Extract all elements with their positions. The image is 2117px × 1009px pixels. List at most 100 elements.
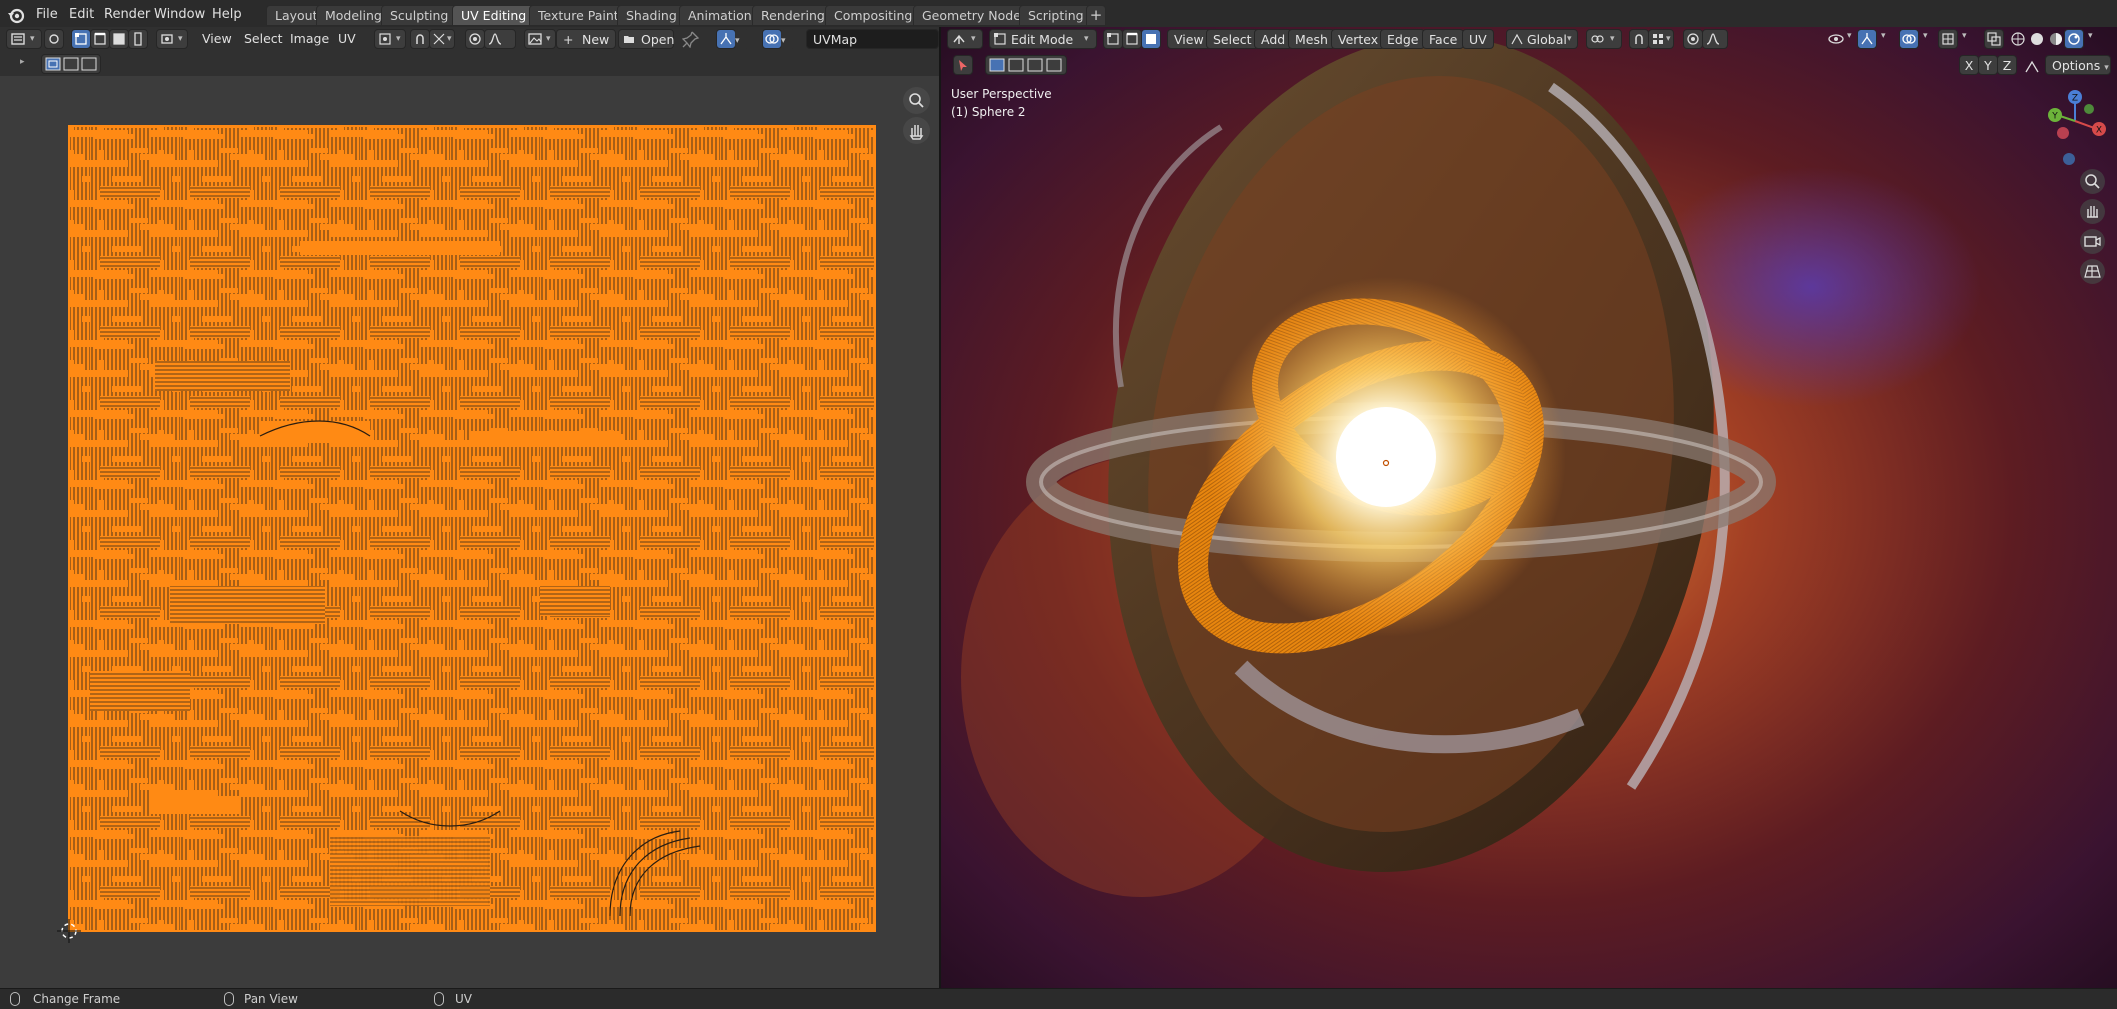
xray-button[interactable] xyxy=(1984,29,2004,49)
uv-menu-view[interactable]: View xyxy=(196,29,238,49)
tab-scripting[interactable]: Scripting xyxy=(1019,5,1093,26)
pivot-point-dropdown[interactable]: ▾ xyxy=(1586,29,1622,49)
uv-zoom-button[interactable] xyxy=(903,87,930,114)
snap-icon xyxy=(1635,34,1643,44)
tab-rendering[interactable]: Rendering xyxy=(752,5,834,26)
options-dropdown[interactable]: Options ▾ xyxy=(2045,55,2111,75)
sidebar-toggle-icon[interactable]: ▸ xyxy=(20,57,25,67)
vp-pan-button[interactable] xyxy=(2080,199,2105,224)
visibility-dropdown[interactable]: ▾ xyxy=(1847,31,1852,41)
uv-pan-button[interactable] xyxy=(903,117,930,144)
navigation-gizmo[interactable]: Z X Y xyxy=(2039,85,2111,165)
uv-gizmo-button[interactable] xyxy=(716,29,736,49)
vp-gizmo-dropdown[interactable]: ▾ xyxy=(1881,31,1886,41)
edge-select-icon xyxy=(94,32,106,45)
menu-help[interactable]: Help xyxy=(206,4,248,26)
blender-logo-icon[interactable] xyxy=(6,5,26,25)
mirror-y-button[interactable]: Y xyxy=(1978,55,1998,75)
proportional-edit-button[interactable] xyxy=(465,29,485,49)
uv-overlay-dropdown[interactable]: ▾ xyxy=(781,29,795,49)
mode-dropdown[interactable]: Edit Mode ▾ xyxy=(989,29,1097,49)
menu-edit[interactable]: Edit xyxy=(63,4,100,26)
open-image-button[interactable]: Open xyxy=(618,29,674,49)
wireframe-shading-icon[interactable] xyxy=(2009,30,2027,48)
3d-viewport[interactable]: ▾ Edit Mode ▾ View Select Add Mesh Verte… xyxy=(941,27,2117,988)
tab-shading[interactable]: Shading xyxy=(617,5,686,26)
tab-animation[interactable]: Animation xyxy=(679,5,761,26)
add-workspace-button[interactable]: + xyxy=(1086,5,1106,26)
vp-zoom-button[interactable] xyxy=(2080,169,2105,194)
tab-uv-editing[interactable]: UV Editing xyxy=(452,5,536,26)
vp-menu-select[interactable]: Select xyxy=(1206,29,1259,49)
vp-menu-edge[interactable]: Edge xyxy=(1380,29,1426,49)
proportional-falloff-button[interactable] xyxy=(484,29,516,49)
tab-modeling[interactable]: Modeling xyxy=(316,5,391,26)
uv-menu-uv[interactable]: UV xyxy=(332,29,362,49)
uv-editor-canvas[interactable] xyxy=(0,76,939,988)
vp-menu-mesh[interactable]: Mesh xyxy=(1288,29,1335,49)
tab-compositing[interactable]: Compositing xyxy=(825,5,922,26)
select-box-tool[interactable] xyxy=(41,54,101,74)
uv-menu-image[interactable]: Image xyxy=(284,29,335,49)
vp-menu-add[interactable]: Add xyxy=(1254,29,1293,49)
vp-camera-button[interactable] xyxy=(2080,229,2105,254)
status-bar: Change Frame Pan View UV xyxy=(0,988,2117,1009)
new-image-label: New xyxy=(582,32,610,47)
vp-face-select-button[interactable] xyxy=(1141,29,1161,49)
hand-pan-icon xyxy=(2087,206,2098,218)
sticky-mode-button[interactable]: ▾ xyxy=(156,29,188,49)
vp-perspective-toggle-button[interactable] xyxy=(2080,259,2105,284)
uv-gizmo-dropdown[interactable]: ▾ xyxy=(735,29,749,49)
edge-select-button[interactable] xyxy=(90,29,110,49)
sync-selection-button[interactable] xyxy=(44,29,64,49)
mesh-overlay-dropdown[interactable]: ▾ xyxy=(1962,31,1967,41)
tab-texture-paint[interactable]: Texture Paint xyxy=(529,5,628,26)
auto-merge-icon[interactable] xyxy=(2023,58,2041,76)
face-select-button[interactable] xyxy=(109,29,129,49)
vp-edge-select-button[interactable] xyxy=(1122,29,1142,49)
vp-menu-face[interactable]: Face xyxy=(1422,29,1465,49)
vp-vertex-select-button[interactable] xyxy=(1103,29,1123,49)
vp-falloff-button[interactable] xyxy=(1702,29,1728,49)
vp-select-box-tool[interactable] xyxy=(985,55,1067,75)
vp-menu-uv[interactable]: UV xyxy=(1462,29,1494,49)
menu-file[interactable]: File xyxy=(30,4,64,26)
editor-type-button[interactable]: ▾ xyxy=(6,29,42,49)
image-browse-button[interactable]: ▾ xyxy=(524,29,556,49)
vp-menu-view[interactable]: View xyxy=(1167,29,1211,49)
pivot-point-button[interactable]: ▾ xyxy=(374,29,406,49)
island-select-button[interactable] xyxy=(128,29,148,49)
material-shading-icon[interactable] xyxy=(2047,30,2065,48)
vp-snap-target-button[interactable]: ▾ xyxy=(1648,29,1674,49)
vp-tool-settings-button[interactable] xyxy=(953,55,973,75)
mirror-z-button[interactable]: Z xyxy=(1997,55,2017,75)
vp-overlay-dropdown[interactable]: ▾ xyxy=(1923,31,1928,41)
menu-window[interactable]: Window xyxy=(148,4,211,26)
rendered-shading-button[interactable] xyxy=(2064,29,2084,49)
visibility-icon[interactable] xyxy=(1827,30,1845,48)
vertex-select-button[interactable] xyxy=(71,29,91,49)
transform-orientation-dropdown[interactable]: Global ▾ xyxy=(1506,29,1578,49)
uv-menu-select[interactable]: Select xyxy=(238,29,289,49)
editor-type-icon xyxy=(953,34,965,44)
mesh-edit-overlay-button[interactable] xyxy=(1938,29,1958,49)
vp-proportional-edit-button[interactable] xyxy=(1683,29,1703,49)
vp-gizmo-button[interactable] xyxy=(1857,29,1877,49)
vp-menu-vertex[interactable]: Vertex xyxy=(1331,29,1386,49)
solid-shading-icon[interactable] xyxy=(2028,30,2046,48)
viewport-editor-type-button[interactable]: ▾ xyxy=(947,29,983,49)
vp-overlay-button[interactable] xyxy=(1899,29,1919,49)
uv-overlay-button[interactable] xyxy=(762,29,782,49)
orientation-icon xyxy=(1511,33,1523,45)
tab-sculpting[interactable]: Sculpting xyxy=(381,5,458,26)
snap-target-button[interactable]: ▾ xyxy=(429,29,455,49)
mirror-x-button[interactable]: X xyxy=(1959,55,1979,75)
shading-dropdown[interactable]: ▾ xyxy=(2088,31,2093,41)
uvmap-field[interactable]: UVMap xyxy=(806,29,939,49)
new-image-button[interactable]: + New xyxy=(556,29,616,49)
face-select-icon xyxy=(1146,34,1156,44)
pin-icon[interactable] xyxy=(682,30,700,48)
vp-snap-button[interactable] xyxy=(1629,29,1649,49)
snap-button[interactable] xyxy=(410,29,430,49)
tab-geometry-nodes[interactable]: Geometry Nodes xyxy=(913,5,1037,26)
